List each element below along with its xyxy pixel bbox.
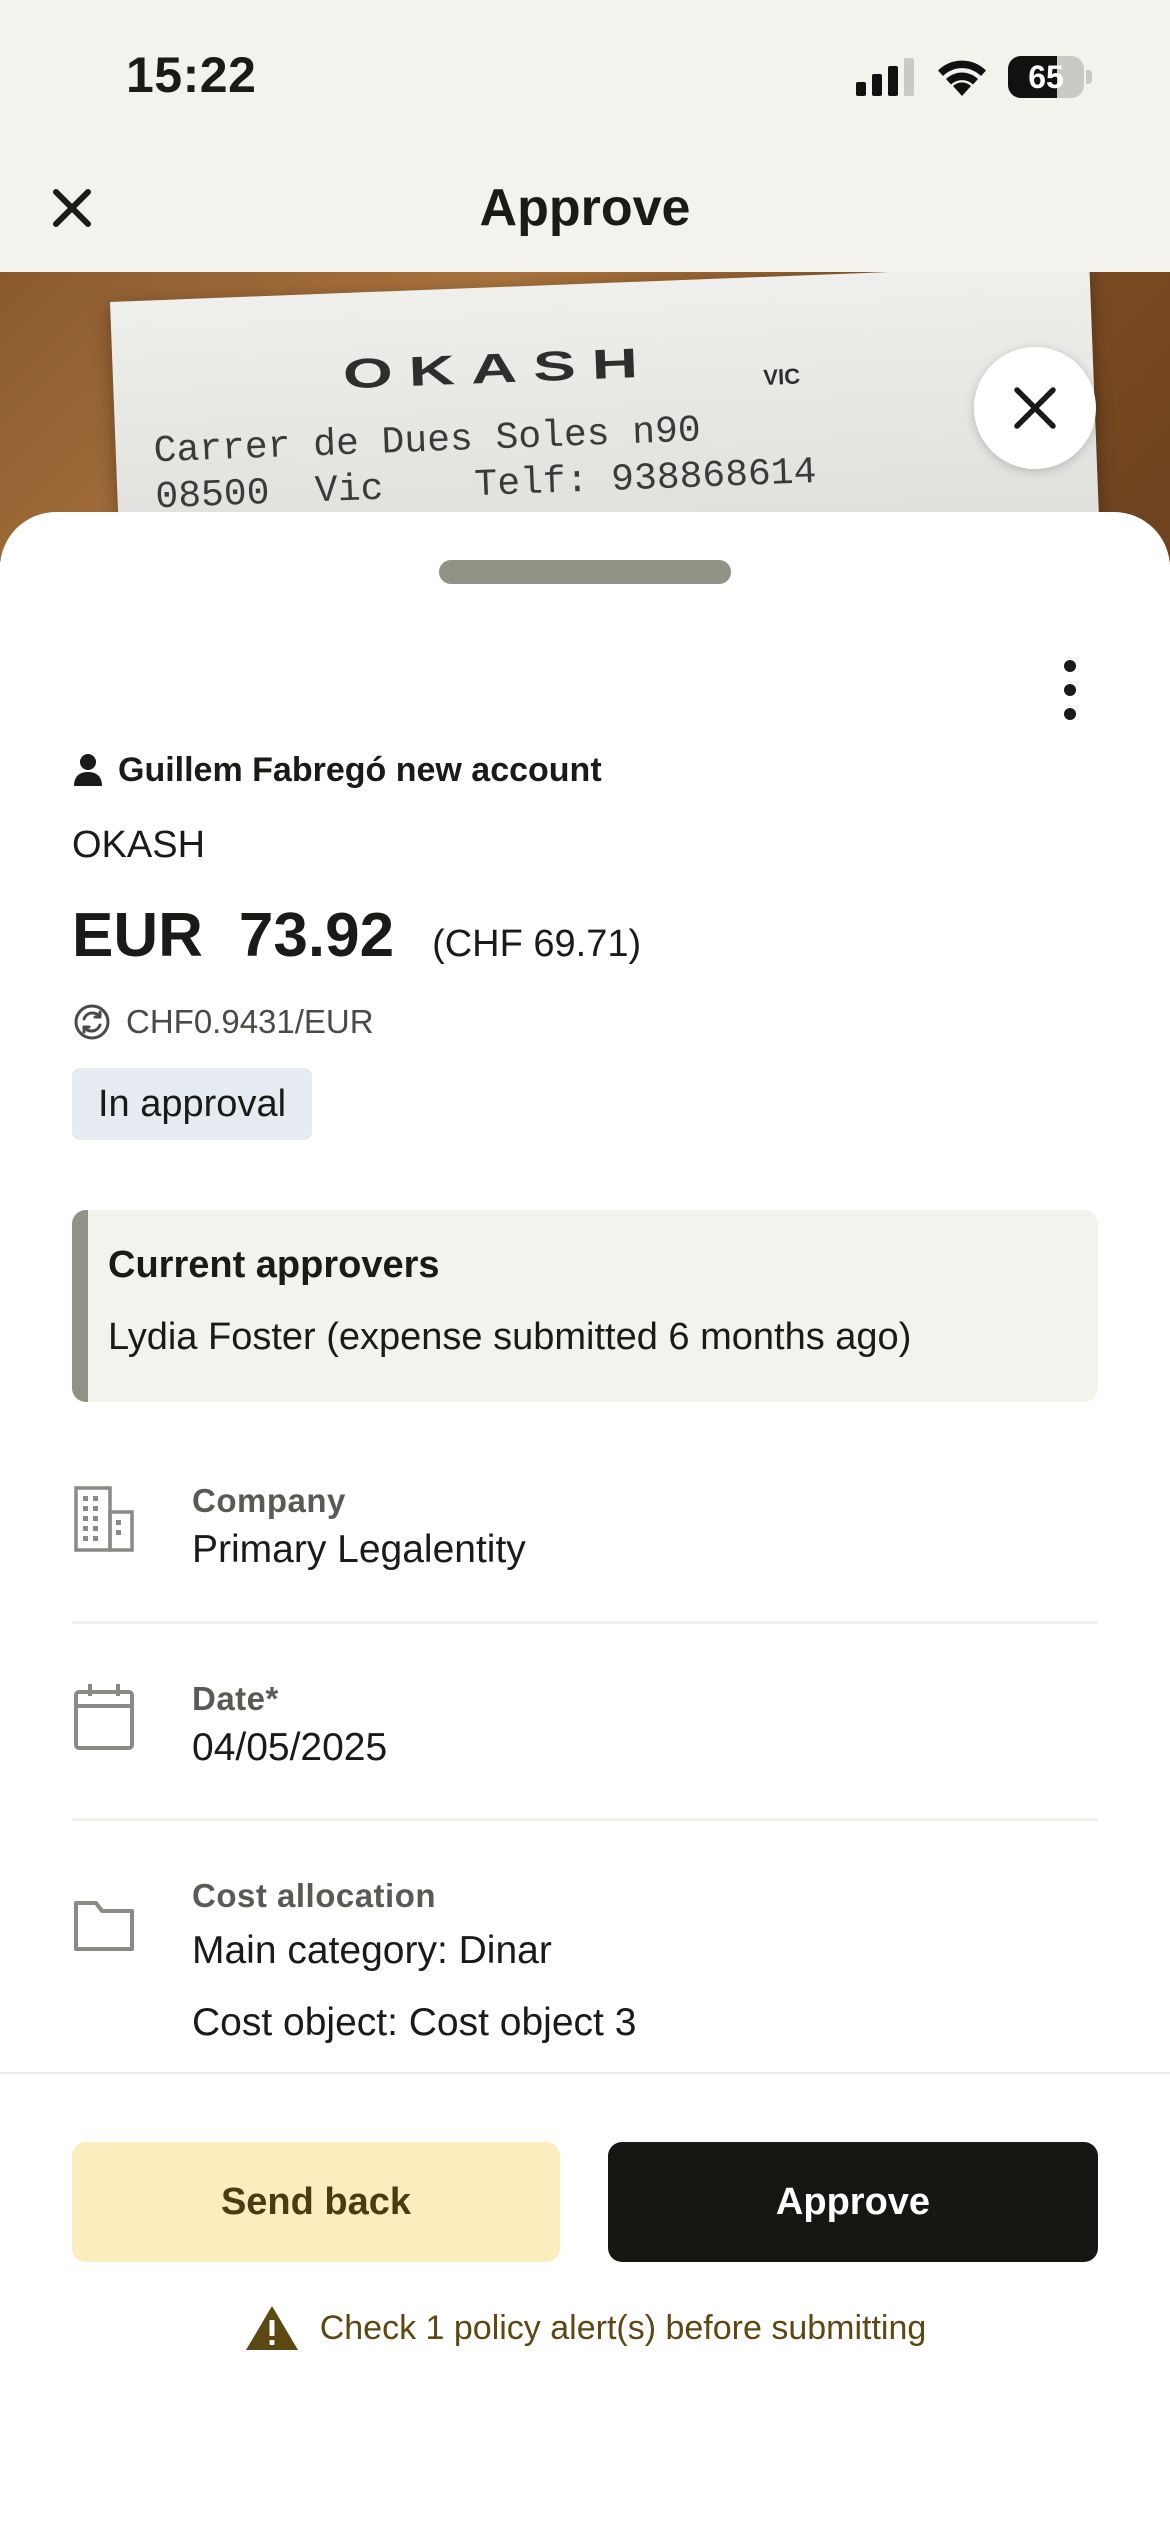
- send-back-button[interactable]: Send back: [72, 2142, 560, 2262]
- converted-amount: (CHF 69.71): [432, 923, 642, 965]
- company-value: Primary Legalentity: [192, 1528, 526, 1571]
- current-approvers-box: Current approvers Lydia Foster (expense …: [72, 1210, 1098, 1402]
- exchange-rate: CHF0.9431/EUR: [126, 1003, 374, 1040]
- cost-allocation-label: Cost allocation: [192, 1877, 437, 1914]
- company-label: Company: [192, 1482, 346, 1519]
- approvers-accent-bar: [72, 1210, 88, 1402]
- account-row: Guillem Fabregó new account: [72, 748, 602, 792]
- bottom-action-bar: Send back Approve Check 1 policy alert(s…: [0, 2072, 1170, 2532]
- more-options-button[interactable]: [1040, 652, 1100, 732]
- date-value: 04/05/2025: [192, 1726, 388, 1769]
- status-badge: In approval: [72, 1068, 313, 1140]
- building-icon: [74, 1486, 134, 1552]
- page-title: Approve: [479, 179, 691, 237]
- main-category-value: Main category: Dinar: [192, 1929, 552, 1972]
- approvers-text: Lydia Foster (expense submitted 6 months…: [108, 1316, 912, 1358]
- sheet-grabber[interactable]: [439, 560, 731, 584]
- approve-button[interactable]: Approve: [608, 2142, 1098, 2262]
- cellular-signal-icon: [856, 58, 914, 96]
- policy-alert-text: Check 1 policy alert(s) before submittin…: [319, 2308, 927, 2347]
- cost-object-value: Cost object: Cost object 3: [192, 2001, 637, 2044]
- battery-level: 65: [1028, 59, 1064, 95]
- calendar-icon: [74, 1684, 134, 1750]
- more-vertical-icon: [1064, 660, 1076, 672]
- approvers-title: Current approvers: [108, 1244, 440, 1286]
- amount-currency: EUR: [72, 901, 203, 970]
- status-bar: 15:22 65: [0, 0, 1170, 150]
- person-icon: [74, 754, 102, 786]
- close-icon: [1014, 387, 1056, 429]
- exchange-rate-row: CHF0.9431/EUR: [72, 1000, 374, 1044]
- policy-alert[interactable]: Check 1 policy alert(s) before submittin…: [0, 2298, 1170, 2358]
- approve-screen: 15:22 65 Approve OKASH VIC Carrer de Due…: [0, 0, 1170, 2532]
- close-photo-button[interactable]: [974, 347, 1096, 469]
- amount-value: 73.92: [238, 901, 395, 970]
- currency-exchange-icon: [74, 1004, 110, 1040]
- expense-detail-sheet: Guillem Fabregó new account OKASH EUR 73…: [0, 512, 1170, 2072]
- merchant-name: OKASH: [72, 824, 206, 866]
- receipt-brand: OKASH: [342, 338, 655, 398]
- receipt-brand-sub: VIC: [762, 363, 801, 390]
- battery-icon: 65: [1008, 56, 1092, 100]
- header: Approve: [0, 150, 1170, 272]
- divider: [72, 1818, 1098, 1821]
- amount-row: EUR 73.92 (CHF 69.71): [72, 900, 641, 980]
- cost-allocation-field[interactable]: Cost allocation Main category: Dinar Cos…: [72, 1857, 1098, 2057]
- wifi-icon: [938, 60, 986, 96]
- status-time: 15:22: [126, 47, 257, 103]
- date-label: Date*: [192, 1680, 279, 1717]
- folder-icon: [74, 1901, 134, 1951]
- company-field[interactable]: Company Primary Legalentity: [72, 1462, 1098, 1592]
- account-name: Guillem Fabregó new account: [118, 750, 602, 789]
- warning-icon: [245, 2306, 298, 2350]
- date-field[interactable]: Date* 04/05/2025: [72, 1660, 1098, 1790]
- divider: [72, 1621, 1098, 1624]
